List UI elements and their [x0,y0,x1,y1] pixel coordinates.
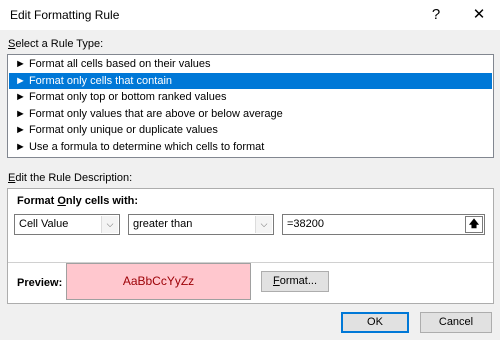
rule-type-item[interactable]: ► Format only top or bottom ranked value… [9,89,492,106]
cancel-button[interactable]: Cancel [420,312,492,333]
rule-type-item-label: Format only top or bottom ranked values [28,91,227,104]
operator-select-value: greater than [133,218,193,230]
rule-type-item[interactable]: ► Use a formula to determine which cells… [9,139,492,156]
format-button-label: ormat... [279,275,318,287]
bullet-arrow-icon: ► [15,107,26,120]
format-button-accel: F [272,275,280,287]
rule-type-item-selected[interactable]: ► Format only cells that contain [9,72,492,90]
rule-type-label-text: elect a Rule Type: [15,38,104,50]
close-icon[interactable]: ✕ [461,0,497,30]
rule-type-item[interactable]: ► Format only values that are above or b… [9,106,492,123]
format-only-accel: O [57,195,66,207]
format-button[interactable]: Format... [261,271,329,292]
value-input[interactable]: =38200 [282,214,485,235]
bullet-arrow-icon: ► [15,91,26,104]
rule-type-item[interactable]: ► Format all cells based on their values [9,56,492,73]
rule-type-label: Select a Rule Type: [8,38,103,50]
cell-value-select-value: Cell Value [19,218,69,230]
dropdown-arrow-icon[interactable]: ⌵ [101,216,118,233]
format-only-pre: Format [17,195,58,207]
operator-select[interactable]: greater than ⌵ [128,214,274,235]
format-only-post: nly cells with: [65,195,139,207]
rule-description-label: Edit the Rule Description: [8,172,132,184]
rule-type-item-label: Format all cells based on their values [28,58,211,70]
rule-type-item-label: Format only unique or duplicate values [28,124,218,137]
rule-type-item-label: Format only cells that contain [28,74,173,87]
rule-type-item-label: Use a formula to determine which cells t… [28,140,265,153]
preview-sample: AaBbCcYyZz [66,263,251,300]
rule-description-label-text: dit the Rule Description: [15,172,133,184]
bullet-arrow-icon: ► [15,74,26,87]
rule-type-item[interactable]: ► Format only unique or duplicate values [9,122,492,139]
collapse-dialog-icon[interactable]: 🡅 [465,216,483,233]
bullet-arrow-icon: ► [15,140,26,153]
window-title: Edit Formatting Rule [10,8,120,22]
bullet-arrow-icon: ► [15,124,26,137]
rule-type-list[interactable]: ► Format all cells based on their values… [7,54,494,158]
help-icon[interactable]: ? [418,0,454,30]
dropdown-arrow-icon[interactable]: ⌵ [255,216,272,233]
bullet-arrow-icon: ► [15,58,26,70]
preview-label: Preview: [17,277,63,289]
ok-button[interactable]: OK [341,312,409,333]
format-only-cells-heading: Format Only cells with: [17,195,138,207]
rule-type-item-label: Format only values that are above or bel… [28,107,283,120]
cell-value-select[interactable]: Cell Value ⌵ [14,214,120,235]
